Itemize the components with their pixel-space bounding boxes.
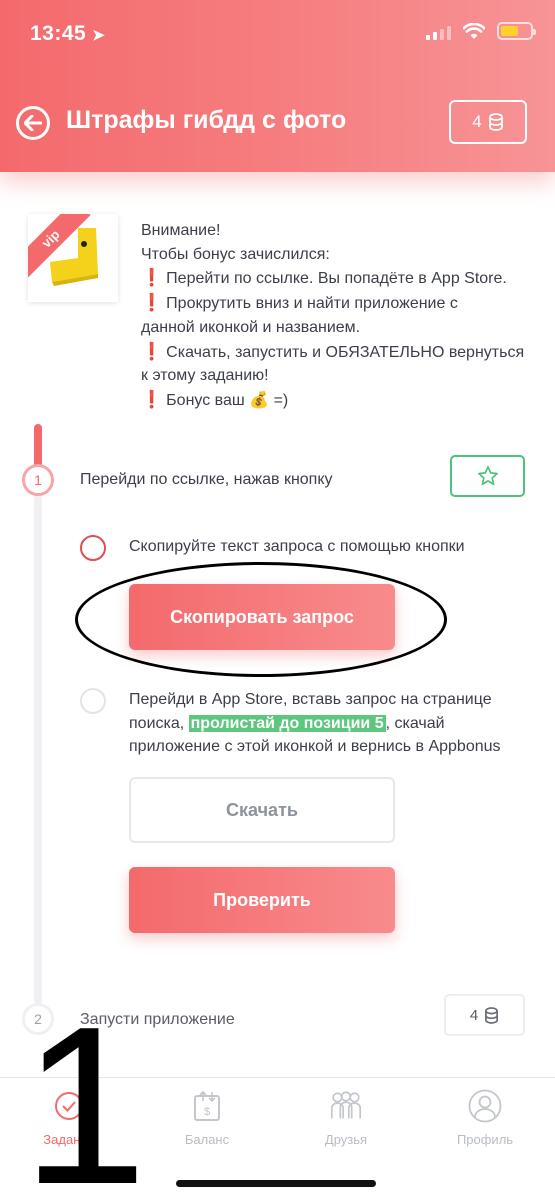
balance-icon: $ xyxy=(189,1088,225,1124)
store-step-checkbox[interactable] xyxy=(80,688,106,714)
tab-balance[interactable]: $ Баланс xyxy=(152,1088,262,1147)
status-time-text: 13:45 xyxy=(30,22,87,45)
coins-icon xyxy=(485,1006,499,1024)
reward-coins-button[interactable]: 4 xyxy=(449,100,527,144)
money-bag-icon: 💰 xyxy=(249,391,270,409)
intro-line: Чтобы бонус зачислился: xyxy=(141,245,330,263)
tab-friends[interactable]: Друзья xyxy=(291,1088,401,1147)
download-button[interactable]: Скачать xyxy=(129,777,395,843)
battery-icon xyxy=(497,22,536,40)
intro-line: ❗ Перейти по ссылке. Вы попадёте в App St… xyxy=(141,268,507,288)
intro-line: ❗ Прокрутить вниз и найти приложение с xyxy=(141,293,458,313)
header: 13:45 ➤ Штрафы гибдд с фото 4 xyxy=(0,0,555,172)
coins-icon xyxy=(488,113,503,131)
step2-coins: 4 xyxy=(444,994,525,1036)
exclamation-icon: ❗ xyxy=(141,389,163,409)
home-indicator[interactable] xyxy=(176,1180,376,1187)
page-title: Штрафы гибдд с фото xyxy=(66,106,347,134)
progress-timeline xyxy=(34,424,42,1004)
overlay-number: 1 xyxy=(22,979,148,1200)
tab-profile[interactable]: Профиль xyxy=(430,1088,540,1147)
reward-coins-value: 4 xyxy=(472,112,482,131)
store-instruction-line: Перейди в App Store, вставь запрос на ст… xyxy=(129,691,492,708)
step-number-1: 1 xyxy=(22,464,54,496)
annotation-oval xyxy=(75,562,447,677)
tab-label: Баланс xyxy=(184,1132,230,1147)
copy-step-checkbox[interactable] xyxy=(80,535,106,561)
arrow-left-icon xyxy=(24,115,42,131)
intro-line: ❗ Скачать, запустить и ОБЯЗАТЕЛЬНО вернут… xyxy=(141,341,525,361)
exclamation-icon: ❗ xyxy=(141,268,163,288)
intro-line: ❗ Бонус ваш 💰 =) xyxy=(141,389,289,409)
star-icon xyxy=(477,466,498,486)
app-icon: vip xyxy=(28,214,118,302)
intro-line: данной иконкой и названием. xyxy=(141,318,361,336)
location-arrow-icon: ➤ xyxy=(92,27,106,44)
tab-label: Друзья xyxy=(324,1132,368,1147)
step2-coins-value: 4 xyxy=(469,1006,479,1024)
store-instruction-line: приложение с этой иконкой и вернись в Ap… xyxy=(129,738,501,756)
exclamation-icon: ❗ xyxy=(141,341,163,361)
position-highlight: пролистай до позиции 5 xyxy=(188,714,386,732)
wifi-icon xyxy=(463,22,485,39)
back-button[interactable] xyxy=(16,106,50,140)
exclamation-icon: ❗ xyxy=(141,293,163,313)
signal-icon xyxy=(426,23,451,40)
friends-icon xyxy=(328,1088,364,1124)
profile-icon xyxy=(467,1088,503,1124)
store-instruction: Перейди в App Store, вставь запрос на ст… xyxy=(129,688,539,759)
copy-instruction: Скопируйте текст запроса с помощью кнопк… xyxy=(129,538,465,555)
svg-text:$: $ xyxy=(204,1106,210,1118)
status-icons xyxy=(426,22,536,40)
step-title-1: Перейди по ссылке, нажав кнопку xyxy=(80,471,333,488)
check-button[interactable]: Проверить xyxy=(129,867,395,933)
status-time: 13:45 ➤ xyxy=(30,22,105,46)
tab-label: Профиль xyxy=(456,1132,514,1147)
store-instruction-line: поиска, пролистай до позиции 5, скачай xyxy=(129,714,445,732)
intro-line: Внимание! xyxy=(141,222,221,239)
intro-line: к этому заданию! xyxy=(141,367,269,385)
favorite-button[interactable] xyxy=(450,455,525,497)
intro-text: Внимание! Чтобы бонус зачислился: ❗ Перей… xyxy=(141,219,541,413)
